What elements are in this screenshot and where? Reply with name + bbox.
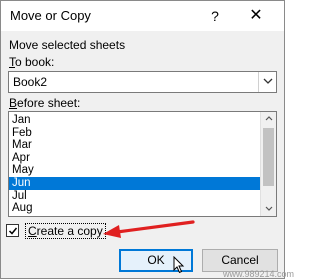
scroll-up-button[interactable] [261,112,276,126]
sheet-list-item[interactable]: May [9,164,261,177]
sheet-list-item[interactable]: Apr [9,152,261,165]
scroll-thumb[interactable] [263,128,274,186]
before-sheet-list[interactable]: Jan Feb Mar Apr May Jun Jul Aug [8,111,277,217]
dialog-title: Move or Copy [10,8,91,23]
sheet-list-item[interactable]: Jul [9,190,261,203]
chevron-up-icon [265,116,273,121]
dropdown-arrow-button[interactable] [258,72,276,92]
move-selected-sheets-label: Move selected sheets [9,38,126,52]
title-bar: Move or Copy ? ✕ [1,1,284,31]
move-or-copy-dialog: Move or Copy ? ✕ Move selected sheets To… [0,0,294,279]
scroll-down-button[interactable] [261,202,276,216]
to-book-dropdown[interactable]: Book2 [8,71,277,93]
sheet-list-item[interactable]: Mar [9,139,261,152]
annotation-arrow-icon [103,220,195,238]
sheet-list-items: Jan Feb Mar Apr May Jun Jul Aug [9,114,261,215]
to-book-label: To book: [9,55,55,69]
sheet-list-item[interactable]: Aug [9,202,261,215]
watermark-text: www.989214.com [223,269,295,279]
checkmark-icon [8,227,18,235]
mouse-cursor-icon [173,256,185,274]
close-button[interactable]: ✕ [245,5,267,27]
sheet-list-item[interactable]: Jun [9,176,261,190]
chevron-down-icon [265,206,273,211]
to-book-value: Book2 [13,75,48,89]
help-button[interactable]: ? [205,6,225,26]
sheet-list-item[interactable]: Feb [9,127,261,140]
before-sheet-label: Before sheet: [9,96,81,110]
list-scrollbar[interactable] [260,112,276,216]
create-copy-checkbox[interactable] [6,224,19,237]
create-copy-label[interactable]: Create a copy [25,223,106,239]
chevron-down-icon [263,78,273,84]
sheet-list-item[interactable]: Jan [9,114,261,127]
